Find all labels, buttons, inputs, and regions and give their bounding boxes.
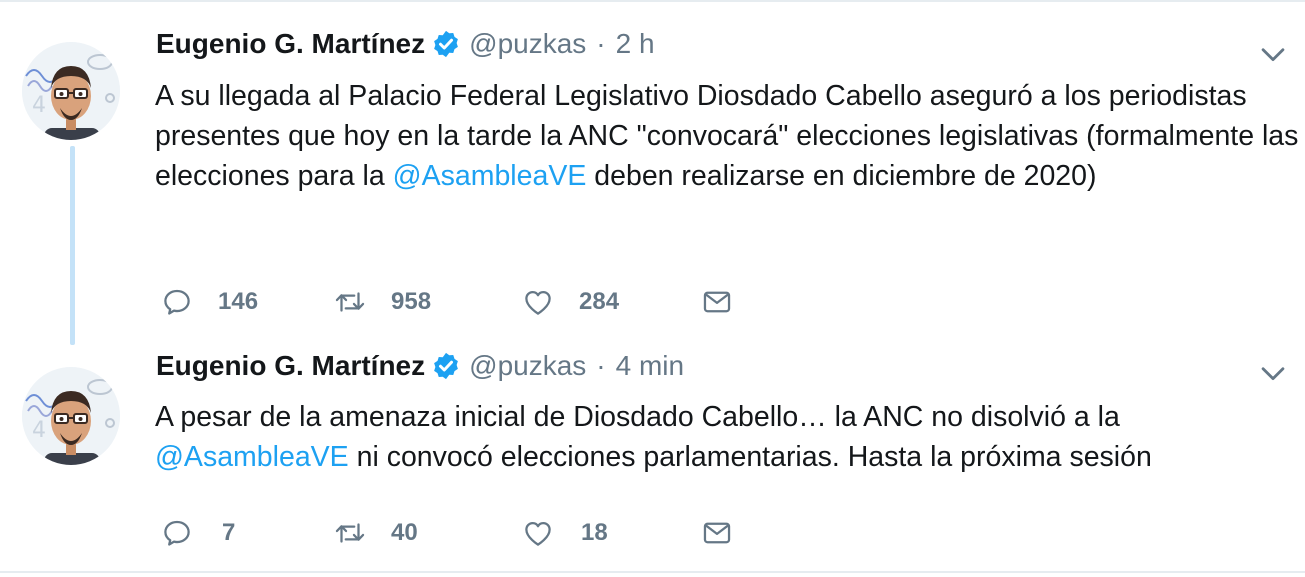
like-button[interactable]: 284 (521, 282, 619, 322)
like-icon (525, 290, 551, 315)
retweet-button[interactable]: 40 (333, 513, 418, 553)
tweet-header: Eugenio G. Martínez @puzkas · 2 h (156, 24, 655, 64)
tweet-text: A su llegada al Palacio Federal Legislat… (155, 76, 1300, 196)
tweet[interactable]: 4 Eugenio G. Martínez @puzkas · 2 h A su… (0, 0, 1305, 345)
author-handle[interactable]: @puzkas (469, 350, 586, 382)
tweet-header: Eugenio G. Martínez @puzkas · 4 min (156, 346, 684, 386)
mention-link[interactable]: @AsambleaVE (155, 441, 349, 473)
retweet-icon (335, 292, 365, 312)
reply-icon (164, 289, 190, 315)
avatar-illustration: 4 (22, 367, 120, 465)
timestamp[interactable]: 4 min (616, 350, 684, 382)
avatar[interactable]: 4 (22, 42, 120, 140)
mention-link[interactable]: @AsambleaVE (393, 160, 587, 192)
author-handle[interactable]: @puzkas (469, 28, 586, 60)
retweet-count: 958 (391, 288, 432, 315)
avatar[interactable]: 4 (22, 367, 120, 465)
tweet[interactable]: 4 Eugenio G. Martínez @puzkas · 4 min A … (0, 345, 1305, 571)
reply-icon (164, 520, 190, 546)
separator: · (596, 350, 606, 381)
svg-text:4: 4 (32, 418, 46, 443)
caret-down-icon[interactable] (1256, 37, 1290, 71)
like-count: 284 (579, 288, 620, 315)
verified-badge-icon (434, 352, 459, 380)
reply-button[interactable]: 7 (160, 513, 235, 553)
author-name[interactable]: Eugenio G. Martínez (156, 350, 425, 382)
retweet-button[interactable]: 958 (333, 282, 431, 322)
like-button[interactable]: 18 (521, 513, 608, 553)
tweet-actions: 146 958 284 (0, 282, 1305, 322)
like-icon (525, 521, 551, 546)
reply-button[interactable]: 146 (160, 282, 258, 322)
avatar-illustration: 4 (22, 42, 120, 140)
tweet-text-after: ni convocó elecciones parlamentarias. Ha… (348, 441, 1152, 473)
direct-message-icon (703, 522, 731, 544)
separator: · (596, 28, 606, 59)
reply-count: 7 (222, 519, 236, 546)
tweet-actions: 7 40 18 (0, 513, 1305, 553)
tweet-text-after: deben realizarse en diciembre de 2020) (586, 160, 1097, 192)
like-count: 18 (581, 519, 608, 546)
tweet-text: A pesar de la amenaza inicial de Diosdad… (155, 397, 1300, 477)
tweet-text-before: A pesar de la amenaza inicial de Diosdad… (155, 401, 1120, 433)
direct-message-button[interactable] (700, 282, 734, 322)
caret-down-icon[interactable] (1256, 356, 1290, 390)
timestamp[interactable]: 2 h (616, 28, 655, 60)
author-name[interactable]: Eugenio G. Martínez (156, 28, 425, 60)
bottom-divider (0, 571, 1305, 573)
reply-count: 146 (218, 288, 259, 315)
retweet-icon (335, 523, 365, 543)
svg-text:4: 4 (32, 93, 46, 118)
direct-message-icon (703, 291, 731, 313)
direct-message-button[interactable] (700, 513, 734, 553)
retweet-count: 40 (391, 519, 418, 546)
verified-badge-icon (434, 30, 459, 58)
